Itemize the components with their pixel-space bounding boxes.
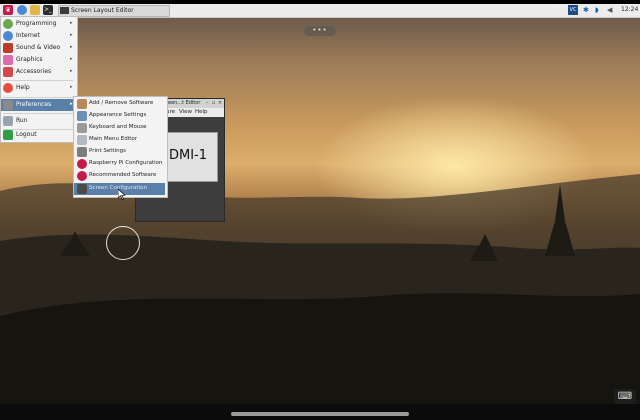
menu-separator — [3, 80, 73, 81]
raspberry-icon — [77, 171, 87, 181]
sound-video-icon — [3, 43, 13, 53]
submenu-item-label: Raspberry Pi Configuration — [89, 160, 163, 166]
accessories-icon — [3, 67, 13, 77]
maximize-icon[interactable]: ▫ — [212, 100, 215, 106]
menu-editor-icon — [77, 135, 87, 145]
monitor-label: DMI-1 — [169, 148, 208, 163]
menu-item-internet[interactable]: Internet ▸ — [1, 30, 75, 42]
menu-item-sound-video[interactable]: Sound & Video ▸ — [1, 42, 75, 54]
menu-item-label: Internet — [16, 32, 40, 39]
run-icon — [3, 116, 13, 126]
vnc-icon[interactable]: VC — [568, 5, 578, 15]
close-icon[interactable]: × — [218, 100, 222, 106]
menu-item-label: Run — [16, 117, 28, 124]
submenu-item-main-menu-editor[interactable]: Main Menu Editor — [74, 134, 165, 146]
display-icon — [77, 184, 87, 194]
keyboard-toggle-icon[interactable]: ⌨ — [614, 389, 636, 405]
touch-indicator — [106, 226, 140, 260]
chevron-right-icon: ▸ — [70, 20, 73, 26]
submenu-item-recommended-software[interactable]: Recommended Software — [74, 170, 165, 182]
menu-item-programming[interactable]: Programming ▸ — [1, 18, 75, 30]
mouse-pointer-icon — [118, 189, 126, 200]
main-menu: Programming ▸ Internet ▸ Sound & Video ▸… — [0, 16, 78, 143]
chevron-right-icon: ▸ — [70, 44, 73, 50]
chevron-right-icon: ▸ — [70, 68, 73, 74]
logout-icon — [3, 130, 13, 140]
submenu-item-label: Add / Remove Software — [89, 100, 154, 106]
submenu-item-add-remove-software[interactable]: Add / Remove Software — [74, 98, 165, 110]
monitor-block[interactable]: DMI-1 — [164, 132, 218, 182]
menu-item-label: Logout — [16, 131, 37, 138]
menu-item-label: Graphics — [16, 56, 43, 63]
editor-menu-view[interactable]: View — [179, 109, 192, 115]
menu-item-help[interactable]: Help ▸ — [1, 82, 75, 94]
submenu-item-label: Main Menu Editor — [89, 136, 138, 142]
wifi-icon[interactable]: ◗ — [595, 5, 599, 15]
menu-item-logout[interactable]: Logout — [1, 129, 75, 141]
terminal-icon[interactable]: >_ — [43, 5, 53, 15]
raspberry-icon — [77, 159, 87, 169]
preferences-icon — [3, 100, 13, 110]
menu-separator — [3, 97, 73, 98]
submenu-item-appearance-settings[interactable]: Appearance Settings — [74, 110, 165, 122]
menu-separator — [3, 113, 73, 114]
submenu-item-raspberry-pi-configuration[interactable]: Raspberry Pi Configuration — [74, 158, 165, 170]
menu-item-label: Help — [16, 84, 30, 91]
chevron-right-icon: ▸ — [70, 32, 73, 38]
help-icon — [3, 83, 13, 93]
volume-icon[interactable]: ◀ — [607, 5, 612, 15]
menu-item-graphics[interactable]: Graphics ▸ — [1, 54, 75, 66]
menu-item-accessories[interactable]: Accessories ▸ — [1, 66, 75, 78]
submenu-item-print-settings[interactable]: Print Settings — [74, 146, 165, 158]
taskbar-window-label: Screen Layout Editor — [71, 7, 134, 14]
menu-item-label: Programming — [16, 20, 57, 27]
printer-icon — [77, 147, 87, 157]
menu-item-preferences[interactable]: Preferences ▸ — [1, 99, 75, 111]
file-manager-icon[interactable] — [30, 5, 40, 15]
submenu-item-label: Keyboard and Mouse — [89, 124, 147, 130]
appearance-icon — [77, 111, 87, 121]
menu-item-label: Preferences — [16, 101, 52, 108]
editor-menu-help[interactable]: Help — [195, 109, 208, 115]
menu-item-label: Accessories — [16, 68, 52, 75]
submenu-item-label: Appearance Settings — [89, 112, 147, 118]
submenu-item-label: Print Settings — [89, 148, 126, 154]
window-drag-handle[interactable]: ••• — [304, 26, 336, 36]
preferences-submenu: Add / Remove Software Appearance Setting… — [73, 96, 168, 198]
minimize-icon[interactable]: – — [206, 100, 209, 106]
window-icon — [60, 7, 69, 14]
keyboard-icon — [77, 123, 87, 133]
package-icon — [77, 99, 87, 109]
graphics-icon — [3, 55, 13, 65]
bluetooth-icon[interactable]: ✱ — [583, 5, 589, 15]
editor-title: reen...t Editor — [166, 100, 201, 106]
programming-icon — [3, 19, 13, 29]
submenu-item-label: Recommended Software — [89, 172, 157, 178]
submenu-item-keyboard-mouse[interactable]: Keyboard and Mouse — [74, 122, 165, 134]
menu-item-label: Sound & Video — [16, 44, 61, 51]
chevron-right-icon: ▸ — [70, 84, 73, 90]
raspberry-menu-icon[interactable]: ❦ — [3, 5, 13, 15]
globe-icon — [3, 31, 13, 41]
chevron-right-icon: ▸ — [70, 56, 73, 62]
clock[interactable]: 12:24 — [621, 6, 638, 13]
home-indicator[interactable] — [231, 412, 409, 416]
landscape-silhouette — [0, 174, 640, 406]
taskbar: ❦ >_ Screen Layout Editor VC ✱ ◗ ◀ 12:24 — [0, 4, 640, 18]
browser-icon[interactable] — [17, 5, 27, 15]
menu-item-run[interactable]: Run — [1, 115, 75, 127]
